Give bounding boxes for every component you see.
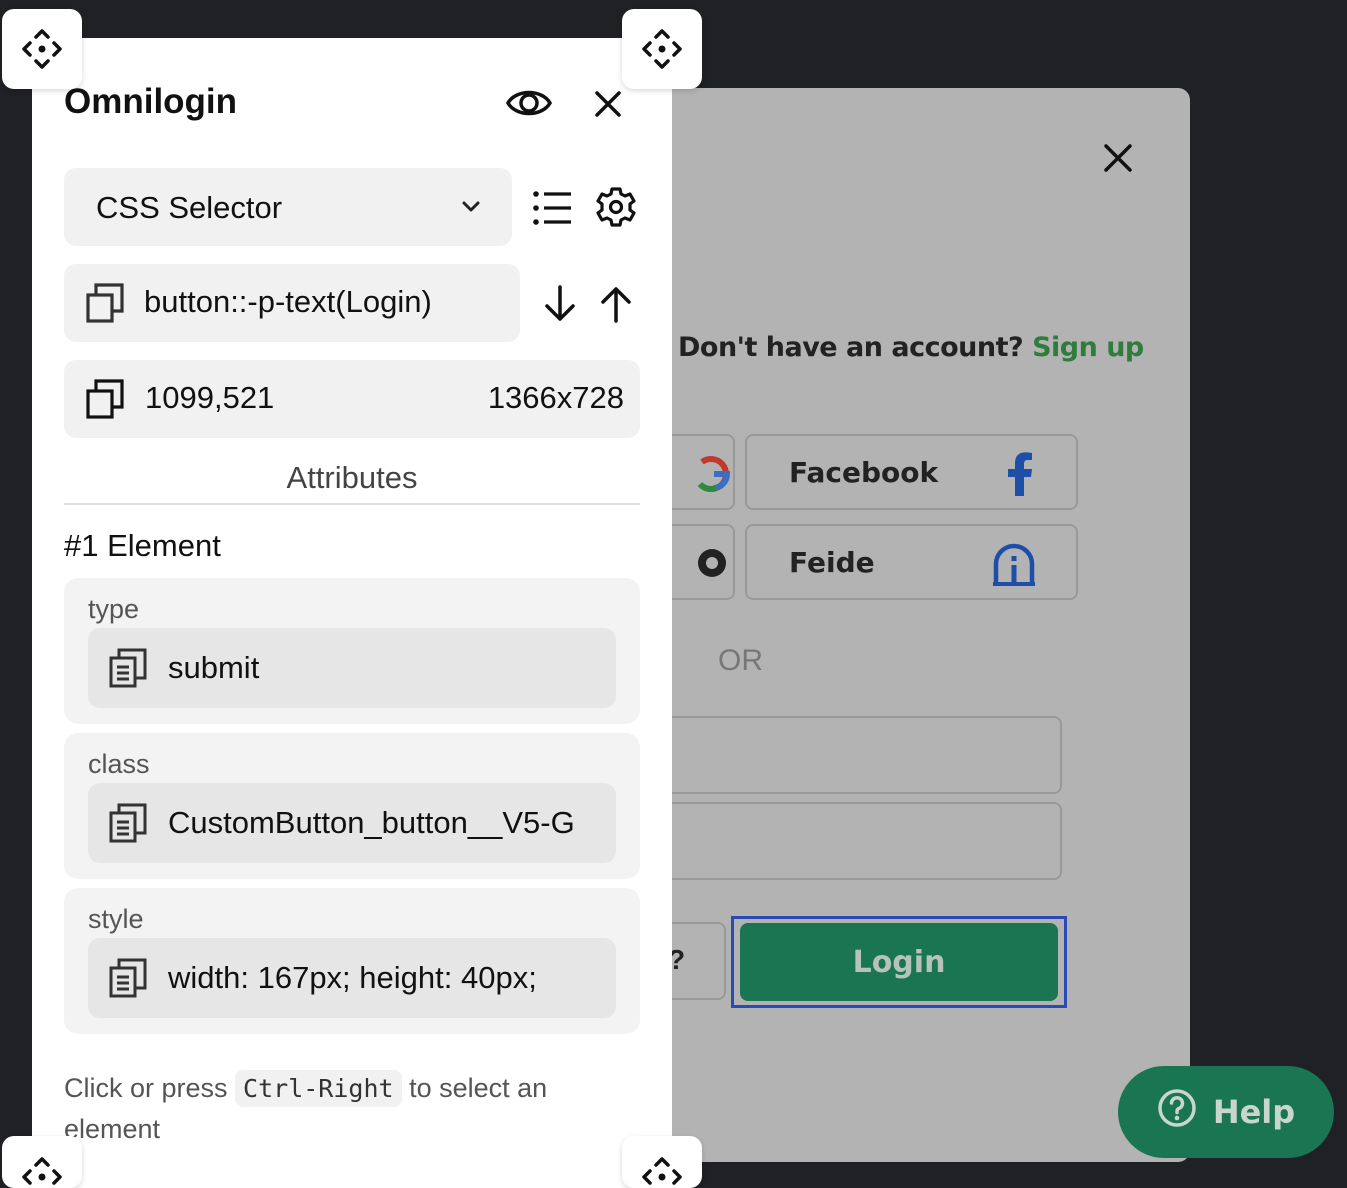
panel-title: Omnilogin xyxy=(64,82,238,121)
facebook-login-button[interactable]: Facebook xyxy=(745,434,1078,510)
attribute-value-box[interactable]: CustomButton_button__V5-G xyxy=(88,783,616,863)
feide-label: Feide xyxy=(789,546,875,579)
attribute-card-class: class CustomButton_button__V5-G xyxy=(64,733,640,879)
google-icon xyxy=(694,454,731,499)
attribute-name: style xyxy=(88,904,144,934)
clipboard-copy-icon[interactable] xyxy=(108,648,148,693)
login-button-highlight: Login xyxy=(731,916,1067,1008)
move-handle-icon[interactable] xyxy=(2,9,82,89)
attribute-card-style: style width: 167px; height: 40px; xyxy=(64,888,640,1034)
copy-icon[interactable] xyxy=(86,379,124,424)
move-handle-icon[interactable] xyxy=(622,1136,702,1188)
or-divider-label: OR xyxy=(718,644,763,677)
attribute-value: CustomButton_button__V5-G xyxy=(168,805,575,840)
help-label: Help xyxy=(1212,1093,1296,1131)
login-button[interactable]: Login xyxy=(740,923,1058,1001)
clipboard-copy-icon[interactable] xyxy=(108,958,148,1003)
move-handle-icon[interactable] xyxy=(2,1136,82,1188)
selector-type-value: CSS Selector xyxy=(96,190,283,225)
hint-text-before: Click or press xyxy=(64,1073,228,1103)
gear-icon[interactable] xyxy=(594,184,638,230)
attribute-name: type xyxy=(88,594,140,624)
selector-value[interactable]: button::-p-text(Login) xyxy=(144,284,432,320)
coordinates-value: 1099,521 xyxy=(145,380,275,415)
signup-prompt-text: Don't have an account? xyxy=(678,332,1024,363)
chevron-down-icon xyxy=(460,196,482,223)
signup-prompt: Don't have an account? Sign up xyxy=(678,332,1144,363)
copy-icon[interactable] xyxy=(86,283,124,328)
clipboard-copy-icon[interactable] xyxy=(108,803,148,848)
facebook-icon xyxy=(1005,452,1035,501)
feide-icon xyxy=(991,540,1037,593)
viewport-size: 1366x728 xyxy=(487,380,624,415)
omnilogin-panel: Omnilogin CSS Selector button::-p-text(L… xyxy=(32,38,672,1188)
feide-login-button[interactable]: Feide xyxy=(745,524,1078,600)
arrow-up-icon[interactable] xyxy=(596,282,636,326)
attribute-value: width: 167px; height: 40px; xyxy=(168,960,537,995)
shortcut-key: Ctrl-Right xyxy=(235,1070,402,1107)
password-input[interactable] xyxy=(640,802,1062,880)
username-input[interactable] xyxy=(640,716,1062,794)
selector-type-dropdown[interactable]: CSS Selector xyxy=(64,168,512,246)
attribute-value-box[interactable]: submit xyxy=(88,628,616,708)
attributes-divider xyxy=(64,503,640,505)
attributes-heading: Attributes xyxy=(286,460,418,495)
attribute-card-type: type submit xyxy=(64,578,640,724)
help-button[interactable]: Help xyxy=(1118,1066,1334,1158)
signup-link[interactable]: Sign up xyxy=(1032,332,1144,363)
login-modal: Don't have an account? Sign up Facebook … xyxy=(600,88,1190,1162)
element-heading: #1 Element xyxy=(64,528,221,563)
attribute-value: submit xyxy=(168,650,260,685)
github-icon xyxy=(698,544,732,587)
list-icon[interactable] xyxy=(530,186,574,230)
modal-close-icon[interactable] xyxy=(1100,140,1136,176)
question-icon xyxy=(1157,1088,1197,1136)
selector-value-row: button::-p-text(Login) xyxy=(64,264,520,342)
move-handle-icon[interactable] xyxy=(622,9,702,89)
attribute-name: class xyxy=(88,749,150,779)
coordinates-row: 1099,521 1366x728 xyxy=(64,360,640,438)
eye-icon[interactable] xyxy=(504,80,554,126)
arrow-down-icon[interactable] xyxy=(540,282,580,326)
selection-hint: Click or press Ctrl-Right to select an e… xyxy=(64,1068,604,1149)
attribute-value-box[interactable]: width: 167px; height: 40px; xyxy=(88,938,616,1018)
facebook-label: Facebook xyxy=(789,456,939,489)
close-icon[interactable] xyxy=(590,86,626,122)
